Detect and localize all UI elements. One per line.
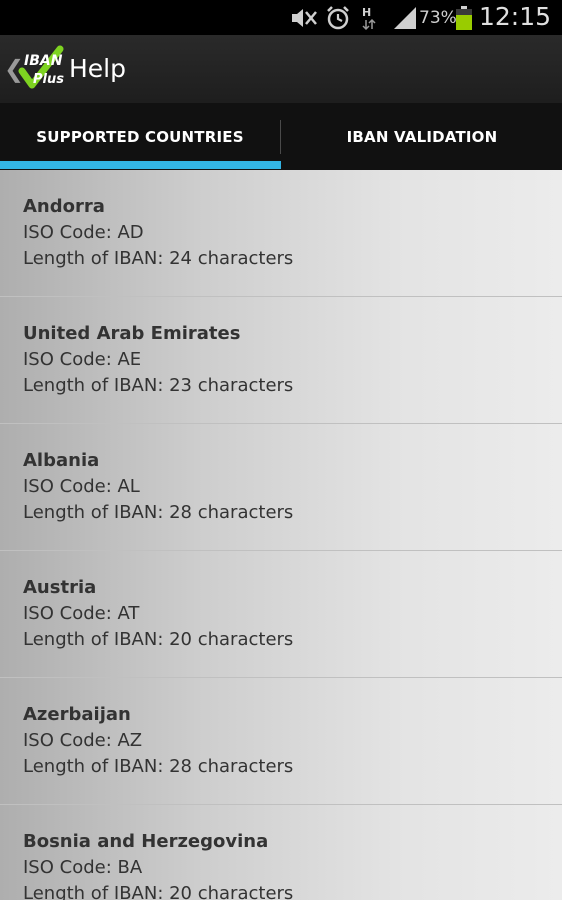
signal-icon xyxy=(394,7,416,29)
country-name: Albania xyxy=(23,450,100,471)
mute-icon xyxy=(292,9,317,27)
country-name: Andorra xyxy=(23,196,105,217)
iso-code: ISO Code: AL xyxy=(23,476,140,497)
tab-supported-countries[interactable]: SUPPORTED COUNTRIES xyxy=(0,103,280,170)
list-item[interactable]: Albania ISO Code: AL Length of IBAN: 28 … xyxy=(0,424,562,551)
iban-length: Length of IBAN: 28 characters xyxy=(23,756,294,777)
list-item[interactable]: Austria ISO Code: AT Length of IBAN: 20 … xyxy=(0,551,562,678)
iso-code: ISO Code: AE xyxy=(23,349,142,370)
country-name: Austria xyxy=(23,577,97,598)
logo-text-iban: IBAN xyxy=(24,53,63,69)
action-bar: ❮ IBAN Plus Help xyxy=(0,35,562,103)
iban-length: Length of IBAN: 20 characters xyxy=(23,629,294,650)
iban-length: Length of IBAN: 28 characters xyxy=(23,502,294,523)
up-button[interactable]: ❮ IBAN Plus xyxy=(0,35,66,103)
country-name: Bosnia and Herzegovina xyxy=(23,831,269,852)
country-list[interactable]: Andorra ISO Code: AD Length of IBAN: 24 … xyxy=(0,170,562,900)
battery-icon xyxy=(456,6,472,30)
list-item[interactable]: Azerbaijan ISO Code: AZ Length of IBAN: … xyxy=(0,678,562,805)
logo-text-plus: Plus xyxy=(33,72,64,87)
tab-bar: SUPPORTED COUNTRIES IBAN VALIDATION xyxy=(0,103,562,170)
list-item[interactable]: Bosnia and Herzegovina ISO Code: BA Leng… xyxy=(0,805,562,900)
tab-iban-validation[interactable]: IBAN VALIDATION xyxy=(282,103,562,170)
list-item[interactable]: Andorra ISO Code: AD Length of IBAN: 24 … xyxy=(0,170,562,297)
country-name: United Arab Emirates xyxy=(23,323,241,344)
alarm-icon xyxy=(327,6,349,30)
iso-code: ISO Code: AZ xyxy=(23,730,143,751)
svg-text:H: H xyxy=(362,6,371,19)
selected-tab-indicator xyxy=(0,161,281,169)
hspa-data-icon: H xyxy=(362,6,376,31)
iban-length: Length of IBAN: 24 characters xyxy=(23,248,294,269)
iso-code: ISO Code: AD xyxy=(23,222,144,243)
status-bar: H 73% 12:15 xyxy=(0,0,562,35)
clock: 12:15 xyxy=(479,2,552,31)
app-logo-icon: IBAN Plus xyxy=(18,45,64,89)
country-name: Azerbaijan xyxy=(23,704,131,725)
iban-length: Length of IBAN: 23 characters xyxy=(23,375,294,396)
battery-percent: 73% xyxy=(419,8,457,28)
screen: H 73% 12:15 ❮ IBAN Plus Help SUPPORTED C… xyxy=(0,0,562,900)
iso-code: ISO Code: BA xyxy=(23,857,143,878)
list-item[interactable]: United Arab Emirates ISO Code: AE Length… xyxy=(0,297,562,424)
tab-divider xyxy=(280,120,281,154)
tab-label: IBAN VALIDATION xyxy=(346,127,498,146)
iso-code: ISO Code: AT xyxy=(23,603,140,624)
iban-length: Length of IBAN: 20 characters xyxy=(23,883,294,900)
tab-label: SUPPORTED COUNTRIES xyxy=(36,127,244,146)
page-title: Help xyxy=(69,54,126,83)
